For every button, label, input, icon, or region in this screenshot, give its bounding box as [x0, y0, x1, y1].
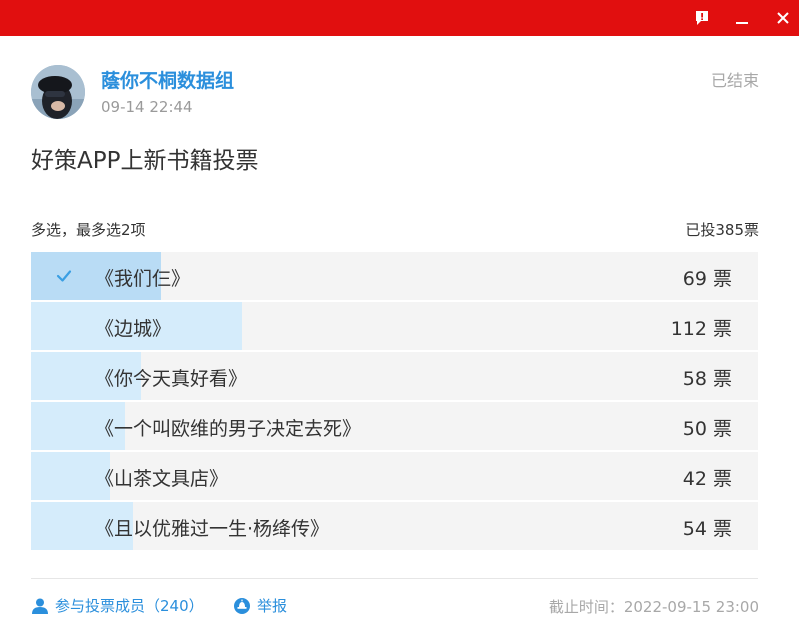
deadline-text: 截止时间：2022-09-15 23:00	[548, 598, 759, 616]
title-bar	[0, 0, 799, 36]
poll-title: 好策APP上新书籍投票	[31, 148, 259, 174]
close-icon[interactable]	[769, 6, 797, 30]
option-label: 《你今天真好看》	[95, 368, 248, 390]
option-label: 《边城》	[95, 318, 172, 340]
option-vote-count: 58 票	[682, 368, 732, 390]
post-timestamp: 09-14 22:44	[101, 98, 193, 116]
footer-divider	[31, 578, 758, 579]
poll-status: 已结束	[710, 71, 759, 90]
poll-option[interactable]: 《边城》 112 票	[31, 302, 758, 350]
person-icon	[32, 598, 48, 614]
author-name[interactable]: 蔭你不桐数据组	[101, 66, 234, 93]
poll-option[interactable]: 《一个叫欧维的男子决定去死》 50 票	[31, 402, 758, 450]
option-vote-count: 112 票	[670, 318, 732, 340]
poll-options: 《我们仨》 69 票 《边城》 112 票 《你今天真好看》 58 票 《一个叫…	[31, 252, 758, 552]
participants-label: 参与投票成员（240）	[55, 597, 204, 615]
participants-link[interactable]: 参与投票成员（240）	[31, 595, 204, 616]
option-label: 《且以优雅过一生·杨绛传》	[95, 518, 330, 540]
option-vote-count: 50 票	[682, 418, 732, 440]
option-label: 《我们仨》	[95, 268, 191, 290]
poll-option[interactable]: 《你今天真好看》 58 票	[31, 352, 758, 400]
option-label: 《一个叫欧维的男子决定去死》	[95, 418, 362, 440]
poll-option[interactable]: 《且以优雅过一生·杨绛传》 54 票	[31, 502, 758, 550]
poll-rule: 多选，最多选2项	[31, 221, 146, 239]
report-link[interactable]: 举报	[233, 595, 287, 616]
option-vote-count: 42 票	[682, 468, 732, 490]
avatar[interactable]	[31, 65, 85, 119]
option-label: 《山茶文具店》	[95, 468, 229, 490]
report-label: 举报	[257, 597, 288, 615]
poll-option[interactable]: 《我们仨》 69 票	[31, 252, 758, 300]
option-vote-count: 69 票	[682, 268, 732, 290]
poll-option[interactable]: 《山茶文具店》 42 票	[31, 452, 758, 500]
report-icon	[234, 597, 250, 614]
feedback-icon[interactable]	[688, 6, 716, 30]
option-vote-count: 54 票	[682, 518, 732, 540]
check-icon	[56, 270, 72, 282]
poll-total-votes: 已投385票	[685, 221, 759, 239]
minimize-icon[interactable]	[728, 6, 756, 30]
